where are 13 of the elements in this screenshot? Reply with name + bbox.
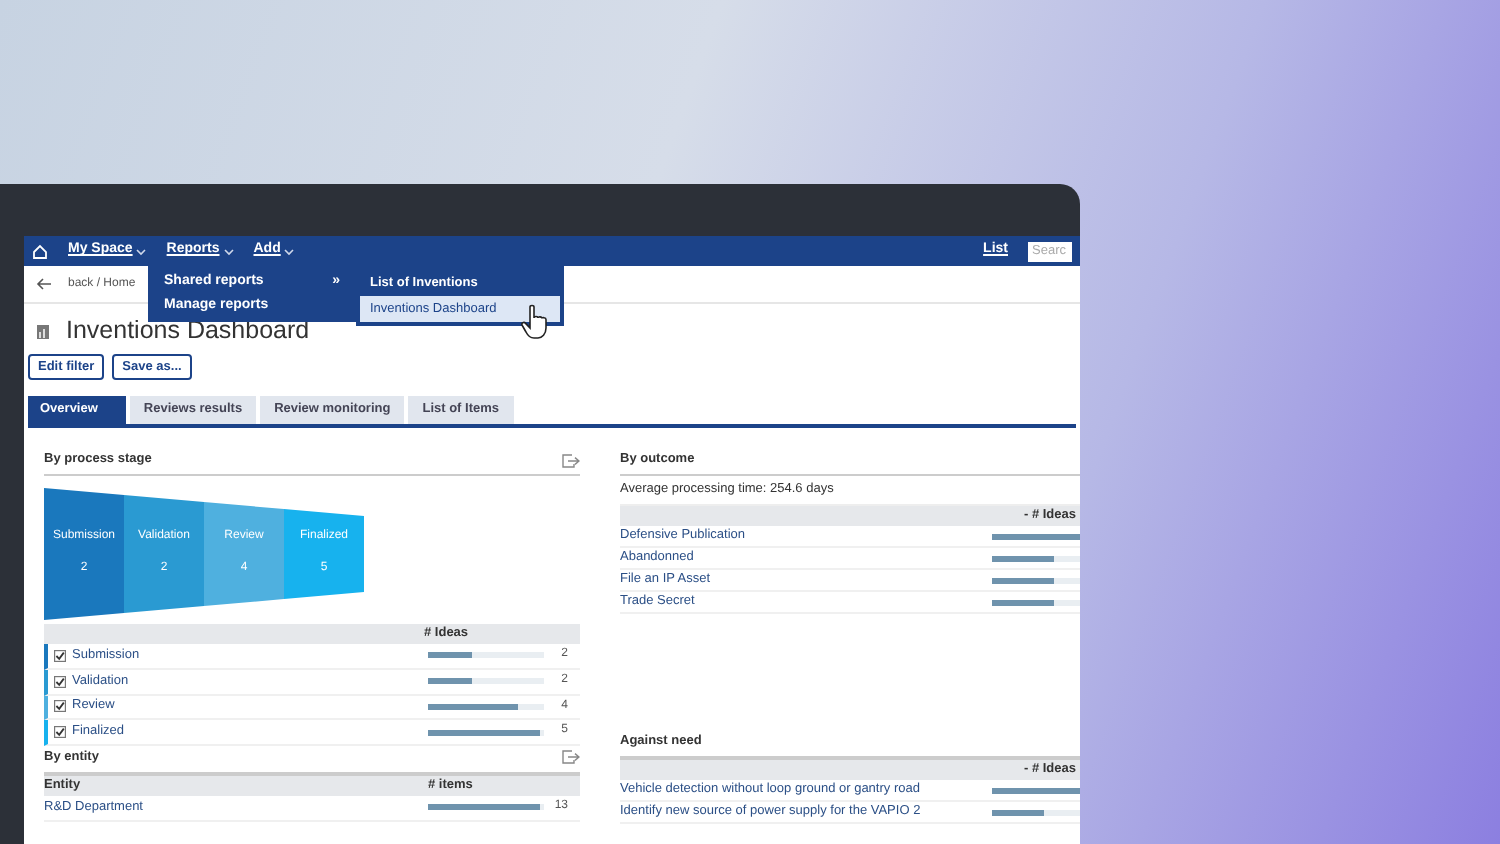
back-arrow-icon bbox=[36, 278, 52, 290]
checkbox[interactable] bbox=[54, 700, 66, 713]
export-icon bbox=[562, 453, 580, 468]
caret-icon bbox=[284, 247, 295, 255]
export-icon bbox=[562, 750, 580, 765]
caret-icon bbox=[136, 247, 147, 255]
checkbox[interactable] bbox=[54, 675, 66, 688]
report-icon bbox=[36, 323, 50, 339]
home-icon bbox=[32, 243, 48, 259]
checkbox[interactable] bbox=[54, 726, 66, 739]
checkbox[interactable] bbox=[54, 649, 66, 662]
page-title: Inventions Dashboard bbox=[66, 316, 310, 346]
caret-icon bbox=[223, 247, 234, 255]
